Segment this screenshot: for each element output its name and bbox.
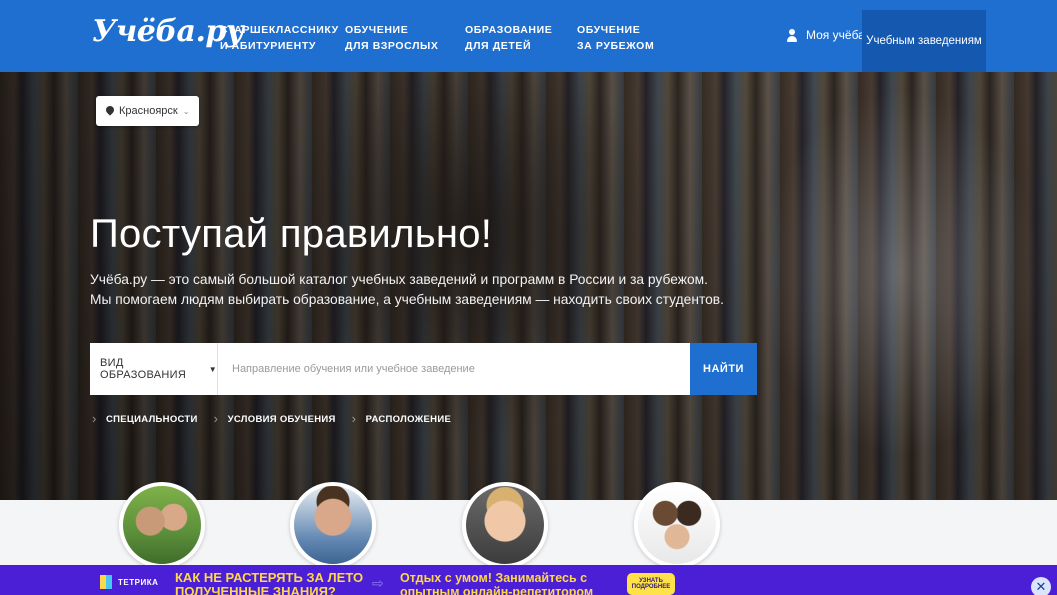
education-type-label: ВИД ОБРАЗОВАНИЯ	[100, 357, 187, 381]
user-icon	[786, 28, 798, 42]
filter-study-conditions[interactable]: УСЛОВИЯ ОБУЧЕНИЯ	[212, 411, 336, 426]
main-nav: СТАРШЕКЛАССНИКУ И АБИТУРИЕНТУ ОБУЧЕНИЕ Д…	[220, 22, 677, 54]
institutions-button[interactable]: Учебным заведениям	[862, 10, 986, 72]
search-input[interactable]	[218, 343, 690, 395]
search-bar: ВИД ОБРАЗОВАНИЯ ▼ НАЙТИ	[90, 343, 757, 395]
audience-section	[0, 482, 1057, 568]
search-filters: СПЕЦИАЛЬНОСТИ УСЛОВИЯ ОБУЧЕНИЯ РАСПОЛОЖЕ…	[90, 411, 465, 426]
my-study-link[interactable]: Моя учёба	[786, 28, 865, 42]
tetrika-logo-icon	[100, 575, 112, 589]
arrow-right-icon: ⇨	[372, 575, 384, 591]
filter-location[interactable]: РАСПОЛОЖЕНИЕ	[350, 411, 451, 426]
nav-item-adults[interactable]: ОБУЧЕНИЕ ДЛЯ ВЗРОСЛЫХ	[345, 22, 445, 54]
audience-avatar-children[interactable]	[462, 482, 548, 568]
close-icon[interactable]: ✕	[1031, 577, 1051, 595]
hero-description-line2: Мы помогаем людям выбирать образование, …	[90, 292, 724, 307]
promo-brand: ТЕТРИКА	[118, 577, 159, 587]
nav-item-children[interactable]: ОБРАЗОВАНИЕ ДЛЯ ДЕТЕЙ	[465, 22, 557, 54]
find-button[interactable]: НАЙТИ	[690, 343, 757, 395]
audience-avatar-adults[interactable]	[290, 482, 376, 568]
hero-description-line1: Учёба.ру — это самый большой каталог уче…	[90, 272, 708, 287]
my-study-label: Моя учёба	[806, 28, 865, 42]
filter-specialties[interactable]: СПЕЦИАЛЬНОСТИ	[90, 411, 198, 426]
city-label: Красноярск	[119, 105, 178, 117]
page-title: Поступай правильно!	[90, 212, 493, 256]
audience-avatar-abroad[interactable]	[634, 482, 720, 568]
location-pin-icon	[106, 106, 114, 116]
audience-avatar-students[interactable]	[119, 482, 205, 568]
hero-section: Красноярск ⌄ Поступай правильно! Учёба.р…	[0, 72, 1057, 500]
nav-item-school[interactable]: СТАРШЕКЛАССНИКУ И АБИТУРИЕНТУ	[220, 22, 338, 54]
promo-headline: КАК НЕ РАСТЕРЯТЬ ЗА ЛЕТО ПОЛУЧЕННЫЕ ЗНАН…	[175, 570, 364, 595]
education-type-dropdown[interactable]: ВИД ОБРАЗОВАНИЯ ▼	[90, 343, 218, 395]
promo-logo: ТЕТРИКА	[100, 575, 158, 589]
top-header: Учёба.ру СТАРШЕКЛАССНИКУ И АБИТУРИЕНТУ О…	[0, 0, 1057, 72]
promo-text: Отдых с умом! Занимайтесь с опытным онла…	[400, 571, 594, 595]
chevron-down-icon: ⌄	[182, 106, 190, 116]
caret-down-icon: ▼	[208, 364, 217, 374]
promo-learn-more-button[interactable]: УЗНАТЬ ПОДРОБНЕЕ	[627, 573, 675, 595]
city-selector[interactable]: Красноярск ⌄	[96, 96, 200, 126]
nav-item-abroad[interactable]: ОБУЧЕНИЕ ЗА РУБЕЖОМ	[577, 22, 657, 54]
promo-banner[interactable]: ТЕТРИКА КАК НЕ РАСТЕРЯТЬ ЗА ЛЕТО ПОЛУЧЕН…	[0, 565, 1057, 595]
hero-description: Учёба.ру — это самый большой каталог уче…	[90, 270, 790, 310]
